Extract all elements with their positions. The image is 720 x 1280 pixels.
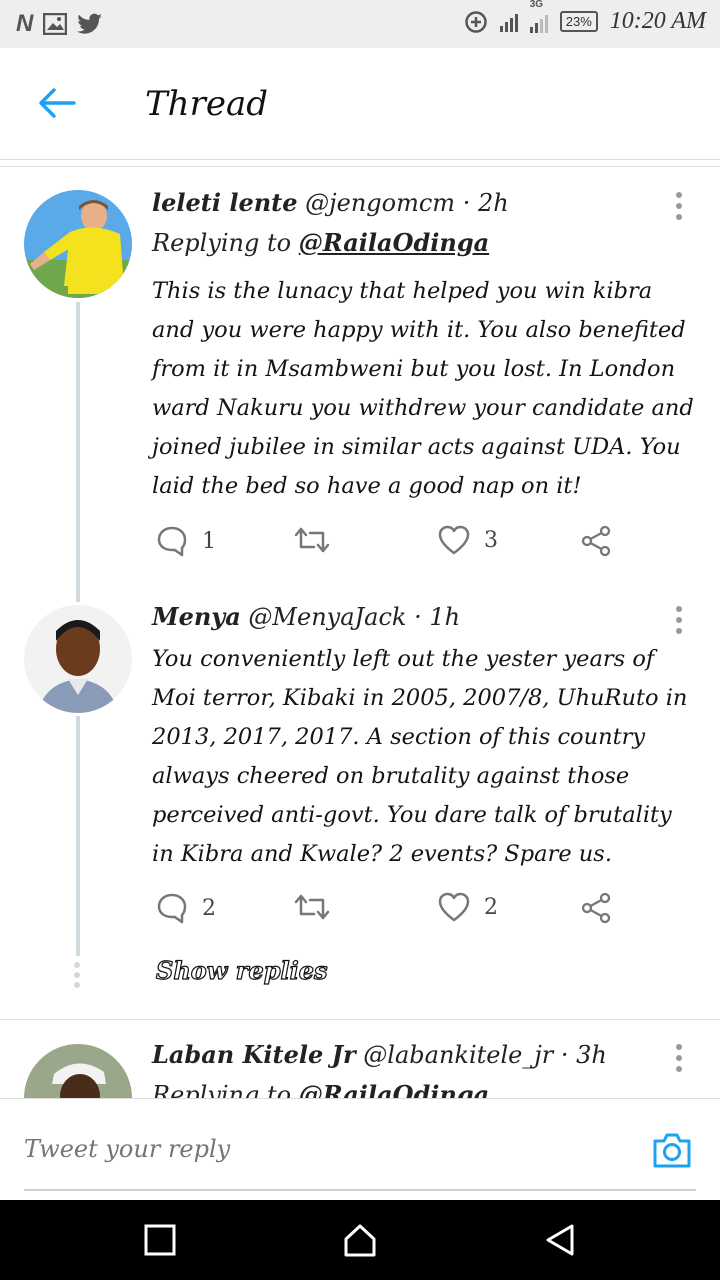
retweet-action[interactable]: [294, 525, 330, 555]
tweet-time: · 3h: [560, 1041, 607, 1069]
tweet-time: · 1h: [414, 603, 461, 631]
thread-line: [76, 302, 80, 602]
author-handle[interactable]: @jengomcm: [305, 189, 455, 217]
status-time: 10:20 AM: [609, 8, 706, 34]
author-name[interactable]: Menya: [152, 602, 241, 631]
reply-action[interactable]: 2: [156, 892, 216, 924]
like-count: 3: [484, 527, 498, 553]
status-bar-left: N: [16, 10, 103, 38]
like-action[interactable]: 3: [438, 525, 498, 555]
data-saver-icon: [465, 10, 487, 33]
tweet[interactable]: Laban Kitele Jr @labankitele_jr · 3h Rep…: [0, 1020, 720, 1098]
author-handle[interactable]: @MenyaJack: [248, 603, 406, 631]
replying-to-label: Replying to: [152, 229, 292, 257]
recents-square-icon[interactable]: [142, 1222, 178, 1258]
back-arrow-icon[interactable]: [36, 86, 76, 120]
share-icon: [581, 892, 611, 924]
author-handle[interactable]: @labankitele_jr: [363, 1041, 553, 1069]
tweet-text: You conveniently left out the yester yea…: [152, 646, 688, 867]
3g-icon: 3G: [529, 0, 548, 33]
like-action[interactable]: 2: [438, 892, 498, 922]
avatar[interactable]: [24, 1044, 132, 1098]
reply-icon: [157, 526, 187, 557]
reply-action[interactable]: 1: [156, 525, 216, 557]
replying-to-handle[interactable]: @RailaOdinga: [299, 1080, 489, 1098]
heart-icon: [438, 525, 470, 555]
battery-indicator: 23%: [559, 11, 598, 32]
retweet-icon: [294, 894, 330, 920]
share-action[interactable]: [580, 892, 612, 924]
more-options-icon[interactable]: [676, 606, 684, 639]
author-name[interactable]: Laban Kitele Jr: [152, 1040, 356, 1069]
replying-to: Replying to @RailaOdinga: [152, 1080, 489, 1098]
tweet[interactable]: Menya @MenyaJack · 1h You conveniently l…: [0, 600, 720, 1018]
replying-to-label: Replying to: [152, 1081, 292, 1098]
tweet-header: Menya @MenyaJack · 1h: [152, 602, 460, 631]
thread-line: [76, 716, 80, 956]
more-replies-dots: [74, 962, 82, 992]
share-action[interactable]: [580, 525, 612, 557]
status-bar-right: 3G 23% 10:20 AM: [464, 0, 706, 35]
heart-icon: [438, 892, 470, 922]
tweet-actions: 1 3: [152, 525, 622, 561]
signal-icon: [499, 12, 518, 32]
header-divider: [0, 166, 720, 167]
tweet[interactable]: leleti lente @jengomcm · 2h Replying to …: [0, 170, 720, 602]
reply-count: 2: [202, 895, 216, 921]
avatar[interactable]: [24, 190, 132, 298]
tweet-header: Laban Kitele Jr @labankitele_jr · 3h: [152, 1040, 607, 1069]
reply-input-underline: [24, 1189, 696, 1191]
reply-icon: [157, 893, 187, 924]
share-icon: [581, 525, 611, 557]
tweet-actions: 2 2: [152, 892, 622, 928]
replying-to-handle[interactable]: @RailaOdinga: [299, 228, 489, 257]
home-icon[interactable]: [342, 1222, 378, 1258]
more-options-icon[interactable]: [676, 1044, 684, 1077]
back-triangle-icon[interactable]: [542, 1222, 578, 1258]
like-count: 2: [484, 894, 498, 920]
camera-icon[interactable]: [652, 1131, 692, 1169]
author-name[interactable]: leleti lente: [152, 188, 298, 217]
retweet-icon: [294, 527, 330, 553]
netflix-icon: N: [16, 10, 34, 37]
reply-count: 1: [202, 528, 216, 554]
page-title: Thread: [145, 84, 268, 124]
avatar[interactable]: [24, 605, 132, 713]
image-icon: [43, 13, 68, 35]
tweet-header: leleti lente @jengomcm · 2h: [152, 188, 509, 217]
reply-input[interactable]: [24, 1135, 624, 1163]
app-bar: Thread: [0, 48, 720, 160]
replying-to: Replying to @RailaOdinga: [152, 228, 489, 257]
retweet-action[interactable]: [294, 892, 330, 922]
network-type: 3G: [529, 0, 544, 10]
more-options-icon[interactable]: [676, 192, 684, 225]
status-bar: N 3G 23% 10:20 AM: [0, 0, 720, 48]
tweet-time: · 2h: [462, 189, 509, 217]
tweet-text: This is the lunacy that helped you win k…: [152, 278, 694, 499]
system-nav-bar: [0, 1200, 720, 1280]
reply-bar: [0, 1098, 720, 1200]
twitter-icon: [77, 13, 103, 34]
show-replies-link[interactable]: Show replies: [155, 955, 328, 985]
